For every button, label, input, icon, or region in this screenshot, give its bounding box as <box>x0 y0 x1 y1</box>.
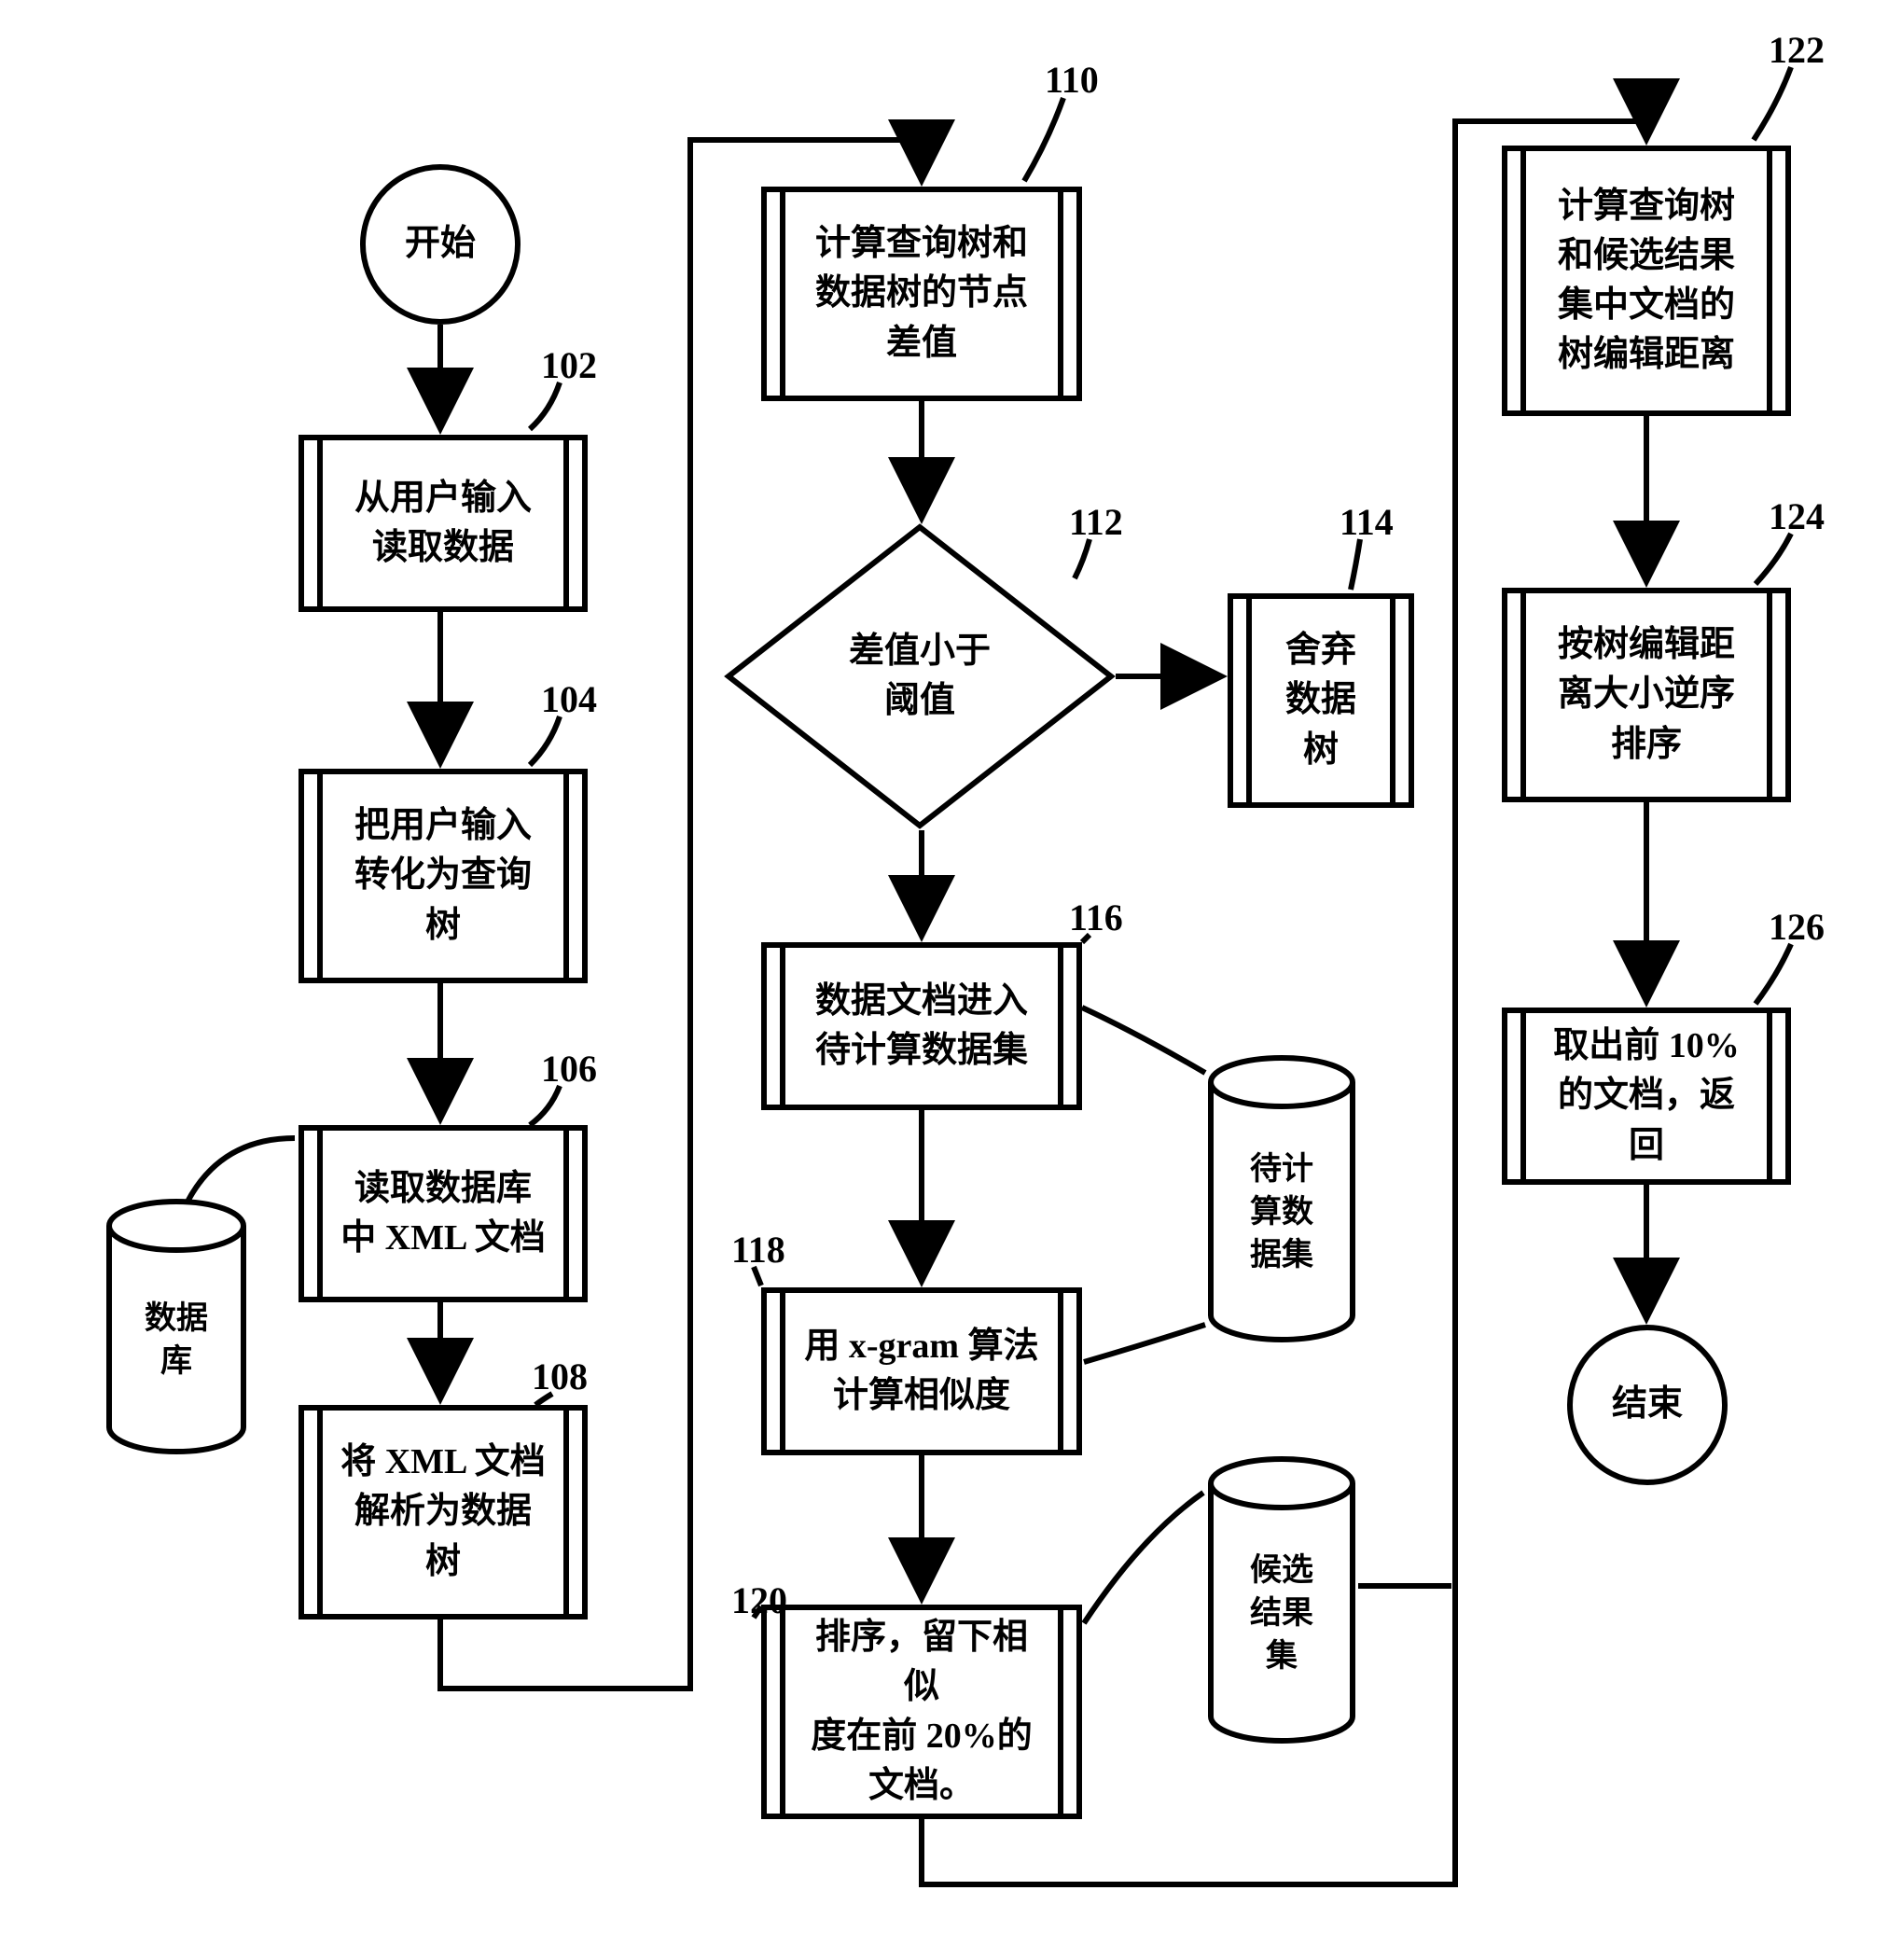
process-122-text: 计算查询树和候选结果集中文档的树编辑距离 <box>1532 182 1761 381</box>
process-102-text: 从用户输入读取数据 <box>328 474 558 573</box>
datastore-main: 数据库 <box>106 1198 246 1455</box>
process-126-text: 取出前 10%的文档，返回 <box>1517 1022 1776 1171</box>
process-116: 数据文档进入待计算数据集 <box>761 942 1082 1110</box>
process-108-text: 将 XML 文档解析为数据树 <box>314 1438 572 1587</box>
ref-108: 108 <box>532 1355 588 1398</box>
start-label: 开始 <box>405 219 476 269</box>
ref-120: 120 <box>731 1578 787 1622</box>
process-120-text: 排序，留下相似度在前 20%的文档。 <box>776 1613 1067 1812</box>
start-terminator: 开始 <box>360 164 521 325</box>
process-114-text: 舍弃数据树 <box>1259 626 1382 775</box>
ref-118: 118 <box>731 1228 785 1272</box>
ref-110: 110 <box>1045 58 1099 102</box>
ref-102: 102 <box>541 343 597 387</box>
process-124: 按树编辑距离大小逆序排序 <box>1502 588 1791 802</box>
process-110: 计算查询树和数据树的节点差值 <box>761 187 1082 401</box>
process-118-text: 用 x-gram 算法计算相似度 <box>778 1322 1064 1421</box>
datastore-candidate: 候选结果集 <box>1207 1455 1356 1745</box>
process-118: 用 x-gram 算法计算相似度 <box>761 1287 1082 1455</box>
datastore-main-label: 数据库 <box>145 1298 208 1383</box>
ref-124: 124 <box>1769 494 1825 538</box>
process-122: 计算查询树和候选结果集中文档的树编辑距离 <box>1502 146 1791 416</box>
ref-116: 116 <box>1069 896 1123 939</box>
process-106-text: 读取数据库中 XML 文档 <box>314 1164 572 1263</box>
process-120: 排序，留下相似度在前 20%的文档。 <box>761 1605 1082 1819</box>
datastore-candidate-label: 候选结果集 <box>1250 1550 1313 1678</box>
process-116-text: 数据文档进入待计算数据集 <box>789 977 1054 1076</box>
process-104: 把用户输入转化为查询树 <box>298 769 588 983</box>
process-124-text: 按树编辑距离大小逆序排序 <box>1532 620 1761 770</box>
process-110-text: 计算查询树和数据树的节点差值 <box>789 219 1054 368</box>
end-terminator: 结束 <box>1567 1325 1728 1485</box>
ref-122: 122 <box>1769 28 1825 72</box>
decision-112-text: 差值小于阈值 <box>849 627 991 726</box>
ref-104: 104 <box>541 677 597 721</box>
datastore-pending-label: 待计算数据集 <box>1250 1148 1313 1277</box>
ref-114: 114 <box>1340 500 1394 544</box>
process-102: 从用户输入读取数据 <box>298 435 588 612</box>
decision-112: 差值小于阈值 <box>724 522 1116 830</box>
ref-126: 126 <box>1769 905 1825 949</box>
process-126: 取出前 10%的文档，返回 <box>1502 1008 1791 1185</box>
ref-106: 106 <box>541 1047 597 1091</box>
process-114: 舍弃数据树 <box>1228 593 1414 808</box>
process-106: 读取数据库中 XML 文档 <box>298 1125 588 1302</box>
process-108: 将 XML 文档解析为数据树 <box>298 1405 588 1619</box>
datastore-pending: 待计算数据集 <box>1207 1054 1356 1343</box>
ref-112: 112 <box>1069 500 1123 544</box>
end-label: 结束 <box>1612 1380 1683 1429</box>
process-104-text: 把用户输入转化为查询树 <box>328 801 558 951</box>
